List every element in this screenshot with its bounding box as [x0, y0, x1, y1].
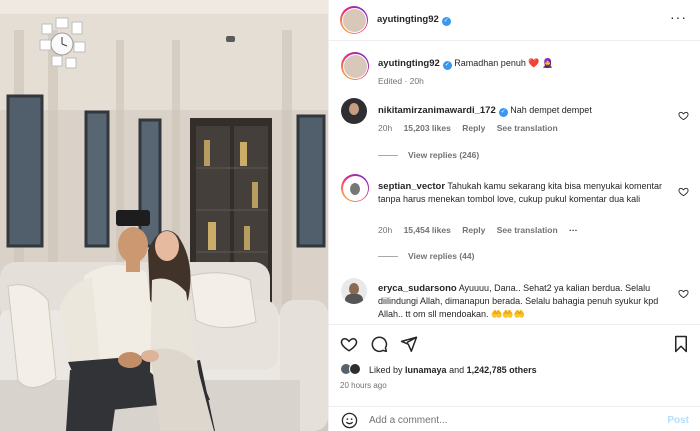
comment-more-icon[interactable]: ···: [569, 225, 578, 235]
comment-item: nikitamirzanimawardi_172 ✓ Nah dempet dem…: [341, 98, 691, 168]
verified-badge-icon: ✓: [498, 108, 508, 117]
author-name-row: ayutingting92 ✓: [377, 14, 451, 26]
comment-likes[interactable]: 15,454 likes: [404, 225, 451, 235]
commenter-avatar[interactable]: [341, 174, 369, 202]
comment-time[interactable]: 20h: [378, 225, 392, 235]
comment-username[interactable]: nikitamirzanimawardi_172: [378, 105, 496, 116]
comment-username[interactable]: septian_vector: [378, 181, 445, 192]
comment-likes[interactable]: 15,203 likes: [404, 123, 451, 133]
post-header: ayutingting92 ✓ ···: [329, 0, 700, 41]
liked-by-user[interactable]: lunamaya: [405, 365, 447, 375]
see-translation-button[interactable]: See translation: [497, 225, 558, 235]
see-translation-button[interactable]: See translation: [497, 123, 558, 133]
post-comment-button[interactable]: Post: [667, 415, 689, 426]
post-details-panel: ayutingting92 ✓ ··· ayutingting92 ✓ Ramadh…: [328, 0, 700, 431]
comment-item: septian_vector Tahukah kamu sekarang kit…: [341, 174, 691, 270]
comment-body: septian_vector Tahukah kamu sekarang kit…: [378, 180, 668, 206]
comment-body: eryca_sudarsono Ayuuuu, Dana.. Sehat2 ya…: [378, 282, 668, 321]
view-replies-button[interactable]: View replies (44): [378, 251, 474, 261]
verified-badge-icon: ✓: [442, 61, 452, 70]
comments-list[interactable]: ayutingting92 ✓ Ramadhan penuh ❤️ 🧕 Edite…: [329, 42, 700, 324]
add-comment-bar: Add a comment... Post: [329, 406, 700, 431]
more-options-icon[interactable]: ···: [670, 10, 687, 24]
view-replies-label: View replies (246): [408, 150, 480, 160]
post-time-ago[interactable]: 20 hours ago: [340, 381, 387, 390]
author-avatar[interactable]: [340, 6, 368, 34]
liked-by-avatars: [340, 363, 366, 375]
commenter-avatar[interactable]: [341, 98, 367, 124]
like-comment-heart-icon[interactable]: [678, 288, 689, 299]
caption-emoji: ❤️ 🧕: [528, 58, 554, 68]
liked-by-row: Liked by lunamaya and 1,242,785 others: [340, 363, 537, 375]
save-bookmark-icon[interactable]: [672, 335, 690, 353]
caption-text-row: ayutingting92 ✓ Ramadhan penuh ❤️ 🧕: [378, 57, 668, 70]
caption-username[interactable]: ayutingting92: [378, 58, 440, 69]
comment-username[interactable]: eryca_sudarsono: [378, 283, 457, 294]
like-comment-heart-icon[interactable]: [678, 186, 689, 197]
comment-meta: 20h 15,454 likes Reply See translation ·…: [378, 225, 587, 235]
view-replies-button[interactable]: View replies (246): [378, 150, 479, 160]
post-image: [0, 0, 328, 431]
replies-line: [378, 155, 398, 157]
caption-text: Ramadhan penuh: [454, 58, 526, 68]
liked-by-and: and: [449, 365, 465, 375]
caption-edited: Edited · 20h: [378, 76, 424, 86]
post-photo[interactable]: [0, 0, 328, 431]
view-replies-label: View replies (44): [408, 251, 475, 261]
replies-line: [378, 256, 398, 258]
verified-badge-icon: ✓: [441, 17, 451, 26]
like-heart-icon[interactable]: [340, 335, 358, 353]
add-comment-input[interactable]: Add a comment...: [369, 415, 447, 426]
caption-avatar[interactable]: [341, 52, 369, 80]
post-actions: Liked by lunamaya and 1,242,785 others 2…: [329, 324, 700, 431]
reply-button[interactable]: Reply: [462, 225, 485, 235]
liked-by-prefix: Liked by: [369, 365, 403, 375]
emoji-smiley-icon[interactable]: [341, 412, 358, 429]
comment-meta: 20h 15,203 likes Reply See translation: [378, 123, 567, 133]
caption: ayutingting92 ✓ Ramadhan penuh ❤️ 🧕 Edite…: [341, 52, 691, 92]
comment-body: nikitamirzanimawardi_172 ✓ Nah dempet dem…: [378, 104, 668, 117]
share-paper-plane-icon[interactable]: [400, 335, 418, 353]
author-username[interactable]: ayutingting92: [377, 14, 439, 25]
liked-by-others[interactable]: 1,242,785 others: [467, 365, 537, 375]
comment-text: Nah dempet dempet: [510, 105, 592, 115]
commenter-avatar[interactable]: [341, 278, 367, 304]
reply-button[interactable]: Reply: [462, 123, 485, 133]
comment-item: eryca_sudarsono Ayuuuu, Dana.. Sehat2 ya…: [341, 278, 691, 324]
comment-time[interactable]: 20h: [378, 123, 392, 133]
comment-icon[interactable]: [370, 335, 388, 353]
like-comment-heart-icon[interactable]: [678, 110, 689, 121]
